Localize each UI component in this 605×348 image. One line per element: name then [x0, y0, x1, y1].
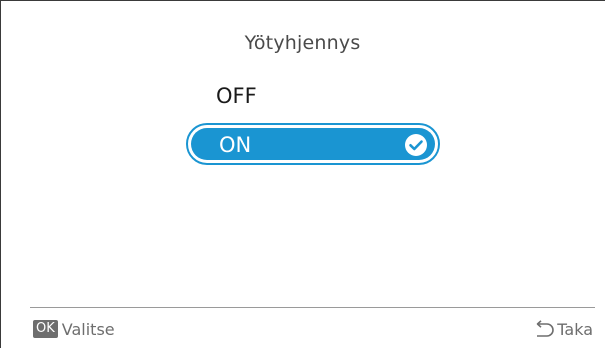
return-arrow-icon — [536, 320, 555, 337]
ok-key-icon: OK — [33, 320, 58, 338]
option-on-highlight: ON — [191, 128, 435, 160]
checkmark-circle-icon — [405, 134, 427, 156]
option-off[interactable]: OFF — [216, 84, 257, 108]
footer-select-hint[interactable]: OK Valitse — [33, 318, 115, 340]
option-on[interactable]: ON — [186, 123, 440, 165]
footer-back-hint[interactable]: Taka — [533, 318, 593, 340]
back-label: Taka — [557, 319, 593, 339]
settings-screen: Yötyhjennys OFF ON OK Valitse Taka — [0, 0, 605, 348]
frame-top-border — [0, 0, 605, 1]
option-on-label: ON — [219, 133, 252, 157]
footer-divider — [30, 307, 595, 308]
page-title: Yötyhjennys — [244, 32, 361, 54]
select-label: Valitse — [61, 319, 115, 339]
